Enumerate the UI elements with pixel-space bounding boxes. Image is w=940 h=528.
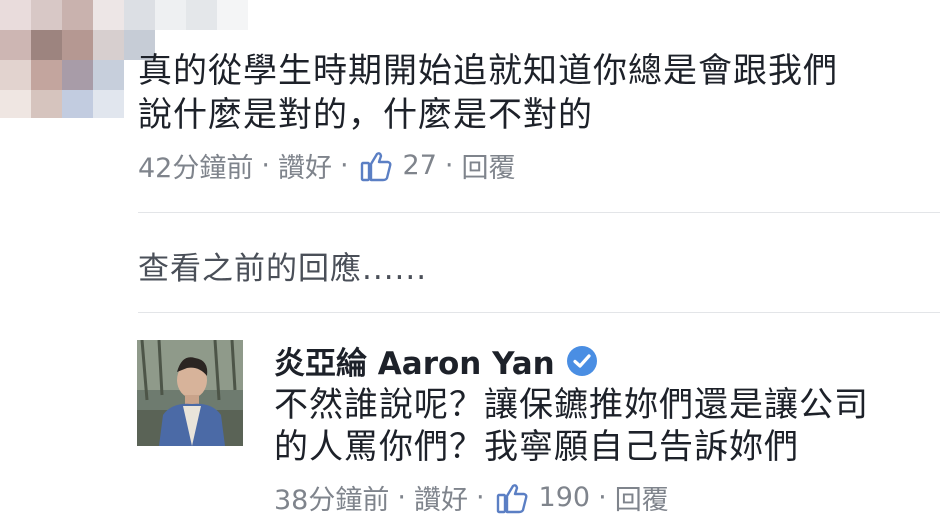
divider (138, 312, 940, 313)
separator: · (261, 150, 270, 181)
like-link[interactable]: 讚好 (414, 478, 468, 517)
divider (138, 212, 940, 213)
separator: · (444, 150, 454, 181)
reply-link[interactable]: 回覆 (615, 478, 669, 517)
reply-text: 不然誰說呢？讓保鑣推妳們還是讓公司 的人罵你們？我寧願自己告訴妳們 (274, 384, 869, 468)
like-count[interactable]: 27 (403, 150, 437, 181)
comment-line-1: 真的從學生時期開始追就知道你總是會跟我們 (138, 51, 838, 91)
reply-line-2: 的人罵你們？我寧願自己告訴妳們 (274, 427, 799, 467)
thumbs-up-icon[interactable] (495, 481, 529, 515)
like-link[interactable]: 讚好 (278, 146, 332, 185)
view-previous-replies-link[interactable]: 查看之前的回應...... (138, 243, 427, 288)
reply-timestamp[interactable]: 38分鐘前 (274, 478, 389, 517)
comment-line-2: 說什麼是對的，什麼是不對的 (138, 95, 593, 135)
separator: · (598, 482, 607, 513)
reply-meta: 38分鐘前 · 讚好 · 190 · 回覆 (274, 478, 669, 517)
separator: · (339, 150, 349, 181)
separator: · (475, 482, 485, 513)
reply-link[interactable]: 回覆 (462, 146, 516, 185)
like-count[interactable]: 190 (539, 482, 591, 513)
comment-timestamp[interactable]: 42分鐘前 (138, 146, 253, 185)
author-avatar[interactable] (137, 340, 243, 446)
verified-badge-icon (566, 345, 597, 376)
author-name-text[interactable]: 炎亞綸 Aaron Yan (274, 338, 555, 383)
separator: · (397, 482, 406, 513)
comment-text: 真的從學生時期開始追就知道你總是會跟我們 說什麼是對的，什麼是不對的 (138, 49, 838, 137)
thumbs-up-icon[interactable] (359, 149, 393, 183)
reply-line-1: 不然誰說呢？讓保鑣推妳們還是讓公司 (274, 385, 869, 425)
author-name[interactable]: 炎亞綸 Aaron Yan (274, 338, 597, 383)
comment-meta: 42分鐘前 · 讚好 · 27 · 回覆 (138, 146, 516, 185)
